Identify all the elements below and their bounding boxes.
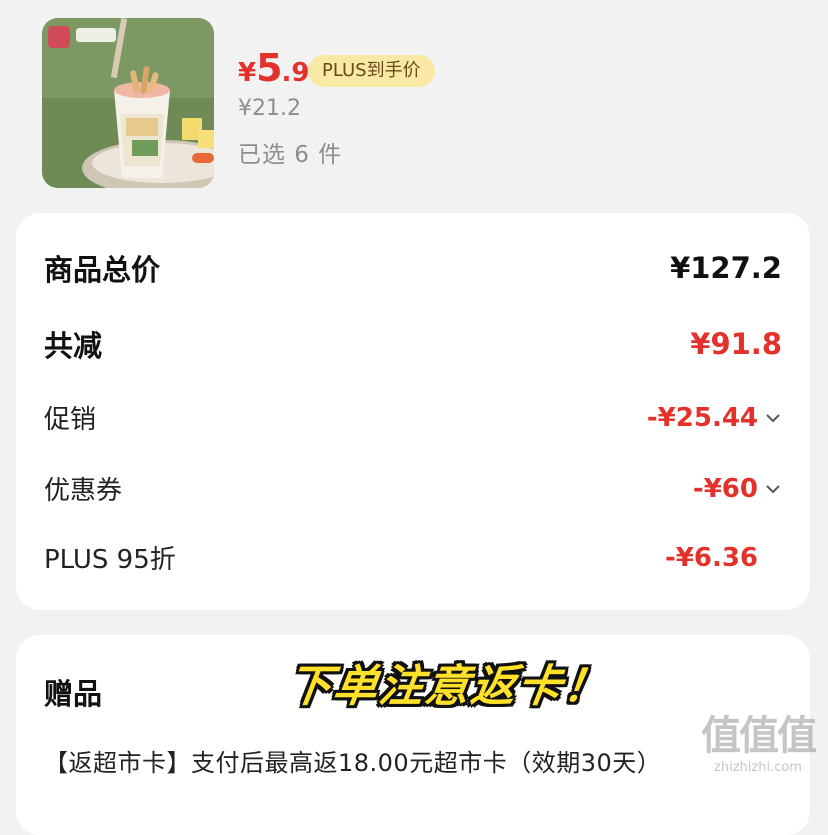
watermark: 值值值 zhizhizhi.com [698,712,818,790]
total-price-label: 商品总价 [44,253,161,287]
total-price-value: ¥127.2 [670,251,782,285]
reminder-overlay-text: 下单注意返卡！ [283,661,613,712]
product-image[interactable] [42,18,214,188]
gift-title: 赠品 [44,677,103,711]
price-symbol: ¥ [238,58,257,88]
plus-discount-row: PLUS 95折 -¥6.36 [44,539,782,576]
coupon-value: -¥60 [692,473,758,504]
coupon-value-group[interactable]: -¥60 [693,474,782,504]
plus-price-badge: PLUS到手价 [308,55,435,87]
product-summary: ¥ 5 .9 PLUS到手价 ¥21.2 已选 6 件 [0,0,828,205]
total-price-row: 商品总价 ¥127.2 [44,247,782,289]
yogurt-cup-illustration [42,18,214,188]
plus-discount-value-group: -¥6.36 [665,543,782,573]
price-decimal: .9 [281,58,310,88]
gift-description: 【返超市卡】支付后最高返18.00元超市卡（效期30天） [44,749,662,777]
total-reduction-value: ¥91.8 [690,327,782,361]
total-reduction-label: 共减 [44,329,103,363]
plus-discount-label: PLUS 95折 [44,545,176,575]
plus-discount-value: -¥6.36 [664,542,758,573]
price-integer: 5 [256,46,282,90]
chevron-down-icon[interactable] [764,480,782,498]
total-reduction-row: 共减 ¥91.8 [44,323,782,365]
chevron-down-icon[interactable] [764,409,782,427]
selected-quantity: 已选 6 件 [238,142,343,168]
promotion-value-group[interactable]: -¥25.44 [647,403,782,433]
price-summary-card: 商品总价 ¥127.2 共减 ¥91.8 促销 -¥25.44 优惠券 -¥60… [16,213,810,610]
plus-price: ¥ 5 .9 [238,46,310,92]
watermark-logo: 值值值 [701,713,817,759]
coupon-row[interactable]: 优惠券 -¥60 [44,470,782,507]
watermark-url: zhizhizhi.com [714,760,802,775]
coupon-label: 优惠券 [44,476,123,506]
promotion-label: 促销 [44,405,97,435]
promotion-value: -¥25.44 [646,402,758,433]
original-price: ¥21.2 [238,96,301,121]
promotion-row[interactable]: 促销 -¥25.44 [44,399,782,436]
